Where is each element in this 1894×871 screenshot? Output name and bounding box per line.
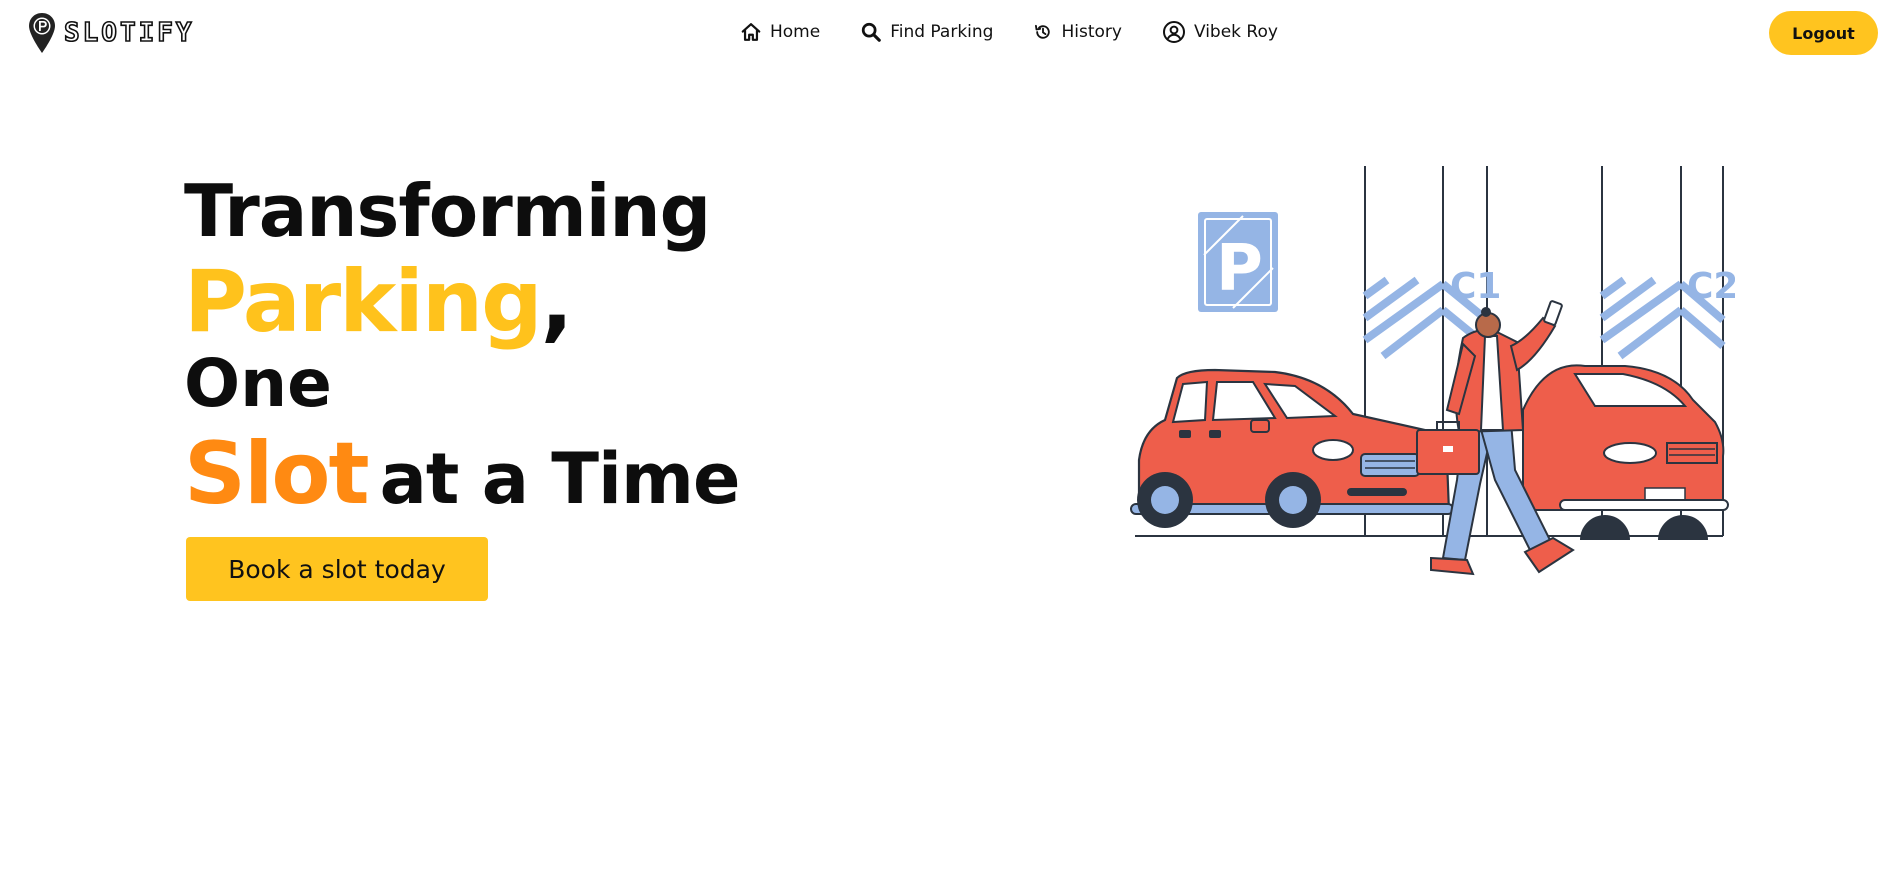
nav-item-label: Home	[770, 22, 821, 42]
hero-line-3: One	[184, 345, 332, 422]
nav-item-label: Vibek Roy	[1193, 22, 1278, 42]
slot-label-c2: C2	[1687, 266, 1735, 307]
location-pin-parking-icon	[29, 13, 55, 53]
car-right	[1522, 364, 1729, 540]
brand-logo[interactable]: SLOTIFY	[28, 12, 195, 54]
hero-comma: ,	[540, 252, 574, 352]
nav-item-find-parking[interactable]: Find Parking	[860, 21, 993, 43]
parking-sign: P	[1198, 212, 1278, 312]
search-icon	[862, 22, 882, 42]
book-slot-button[interactable]: Book a slot today	[186, 537, 488, 601]
logout-button[interactable]: Logout	[1769, 11, 1878, 55]
home-icon	[741, 23, 761, 41]
hero-line-2: Parking,	[184, 259, 739, 345]
hero-line-4-rest: at a Time	[379, 438, 741, 520]
nav-links: Home Find Parking History Vibek Roy	[740, 20, 1278, 44]
hero-highlight-parking: Parking	[184, 252, 543, 352]
hero-title: Transforming Parking, One Slot at a Time	[184, 169, 741, 520]
nav-item-label: Find Parking	[890, 22, 994, 42]
nav-item-label: History	[1061, 22, 1122, 42]
nav-item-history[interactable]: History	[1033, 22, 1122, 42]
hero-highlight-slot: Slot	[184, 424, 370, 524]
parking-illustration: C1 C2 P	[1130, 166, 1735, 576]
hero-line-4: Slot at a Time	[184, 431, 741, 520]
nav-item-home[interactable]: Home	[740, 21, 820, 43]
user-circle-icon	[1162, 21, 1185, 43]
car-left	[1130, 368, 1454, 528]
history-icon	[1035, 24, 1051, 39]
navbar: SLOTIFY Home Find Parking History Vibek …	[0, 0, 1894, 66]
hero-line-1: Transforming	[184, 169, 711, 253]
nav-item-profile[interactable]: Vibek Roy	[1162, 20, 1278, 44]
brand-name: SLOTIFY	[63, 17, 195, 49]
parking-sign-letter: P	[1216, 232, 1263, 306]
slot-label-c1: C1	[1450, 266, 1501, 307]
